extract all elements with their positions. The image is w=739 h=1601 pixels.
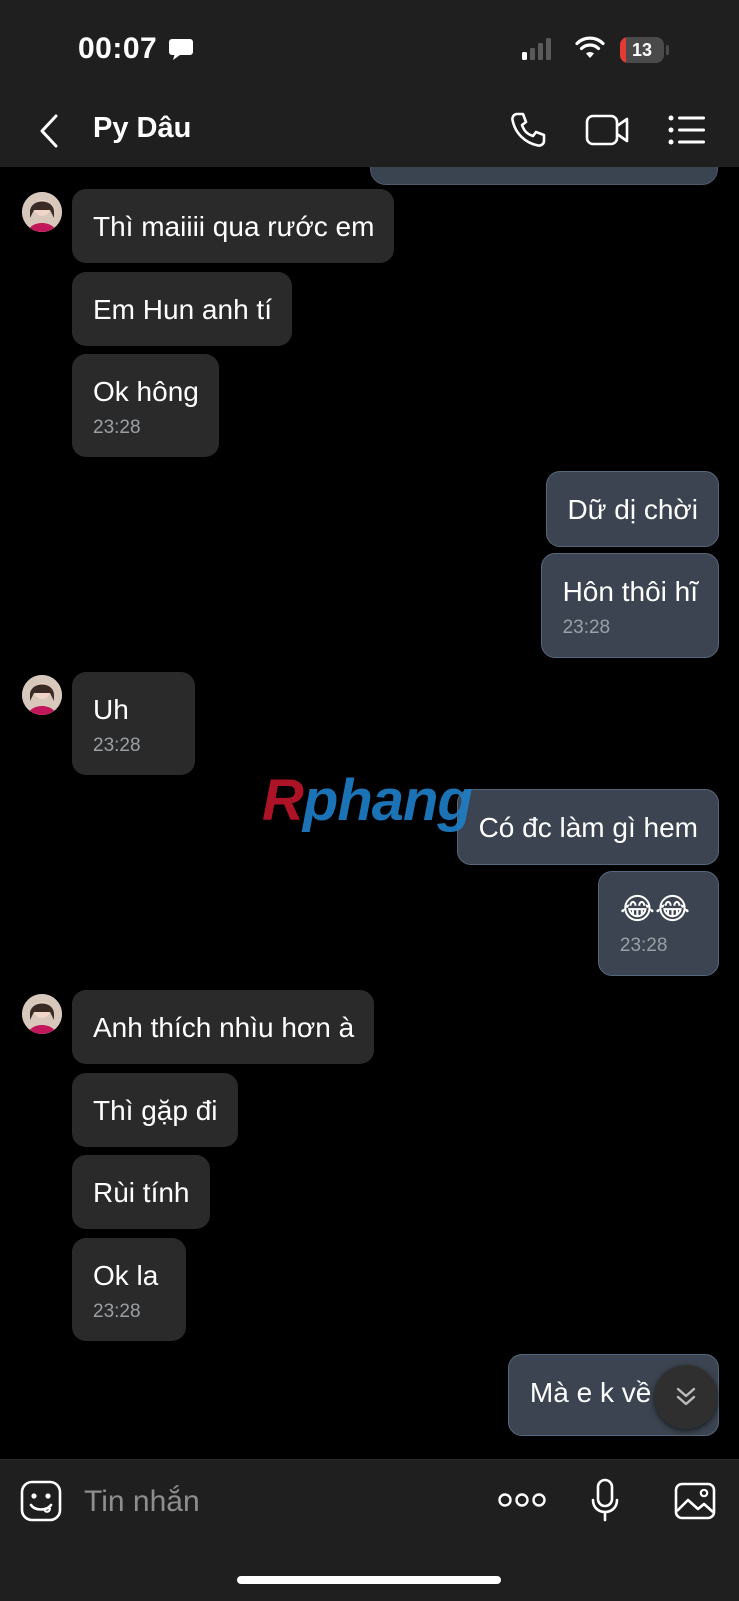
wifi-icon [575, 36, 605, 58]
contact-avatar[interactable] [22, 675, 62, 715]
more-options-icon[interactable] [498, 1492, 546, 1508]
message-text: Em Hun anh tí [93, 294, 272, 325]
message-text: Hôn thôi hĩ [562, 576, 698, 607]
message-text: Thì maiiii qua rước em [93, 211, 375, 242]
incoming-message[interactable]: Anh thích nhìu hơn à [72, 990, 375, 1064]
incoming-message[interactable]: Thì maiiii qua rước em [72, 189, 395, 263]
message-text: Có đc làm gì hem [478, 812, 698, 843]
phone-call-icon[interactable] [508, 110, 548, 150]
message-input[interactable] [82, 1478, 466, 1526]
message-text: Dữ dị chời [567, 494, 698, 525]
incoming-message[interactable]: Em Hun anh tí [72, 272, 292, 346]
watermark-logo: Rphang [262, 768, 473, 833]
message-text: Anh thích nhìu hơn à [93, 1012, 355, 1043]
home-indicator[interactable] [237, 1576, 501, 1584]
incoming-message[interactable]: Rùi tính [72, 1155, 210, 1229]
incoming-message[interactable]: Ok hông 23:28 [72, 354, 219, 457]
message-text: Ok hông [93, 376, 199, 407]
sticker-icon[interactable] [20, 1480, 62, 1522]
message-text: Ok la [93, 1260, 159, 1291]
message-timestamp: 23:28 [619, 935, 668, 956]
message-text: Thì gặp đi [93, 1095, 218, 1126]
incoming-message[interactable]: Ok la 23:28 [72, 1238, 187, 1341]
battery-indicator: 13 [620, 37, 670, 63]
status-time: 00:07 [78, 32, 158, 65]
incoming-message[interactable]: Uh 23:28 [72, 672, 195, 775]
message-timestamp: 23:28 [562, 617, 611, 638]
message-timestamp: 23:28 [93, 735, 141, 756]
contact-avatar[interactable] [22, 192, 62, 232]
outgoing-message[interactable]: Dữ dị chời [545, 471, 719, 547]
contact-name[interactable]: Py Dâu [93, 112, 191, 145]
message-timestamp: 23:28 [93, 417, 141, 438]
menu-list-icon[interactable] [668, 114, 706, 146]
scroll-to-bottom-button[interactable] [654, 1365, 718, 1429]
message-timestamp: 23:28 [93, 1301, 141, 1322]
chat-header: Py Dâu [0, 95, 739, 168]
cellular-signal-icon [522, 38, 551, 60]
contact-avatar[interactable] [22, 994, 62, 1034]
outgoing-message[interactable]: Hôn thôi hĩ 23:28 [540, 553, 719, 658]
microphone-icon[interactable] [590, 1478, 620, 1522]
battery-percent: 13 [631, 40, 653, 60]
message-text: 😂😂 [619, 893, 690, 926]
status-bar: 00:07 13 [0, 0, 739, 95]
previous-message-bubble [370, 167, 718, 185]
message-text: Uh [93, 694, 129, 725]
message-text: Rùi tính [93, 1177, 190, 1208]
back-chevron-icon[interactable] [38, 113, 60, 149]
message-notification-icon [169, 39, 193, 60]
outgoing-message[interactable]: Có đc làm gì hem [456, 789, 719, 865]
incoming-message[interactable]: Thì gặp đi [72, 1073, 238, 1147]
video-call-icon[interactable] [585, 113, 631, 147]
message-composer [0, 1459, 739, 1601]
double-chevron-down-icon [676, 1387, 696, 1406]
outgoing-message[interactable]: 😂😂 23:28 [597, 871, 719, 976]
image-gallery-icon[interactable] [674, 1482, 716, 1520]
message-list[interactable]: Thì maiiii qua rước em Em Hun anh tí Ok … [0, 167, 739, 1459]
